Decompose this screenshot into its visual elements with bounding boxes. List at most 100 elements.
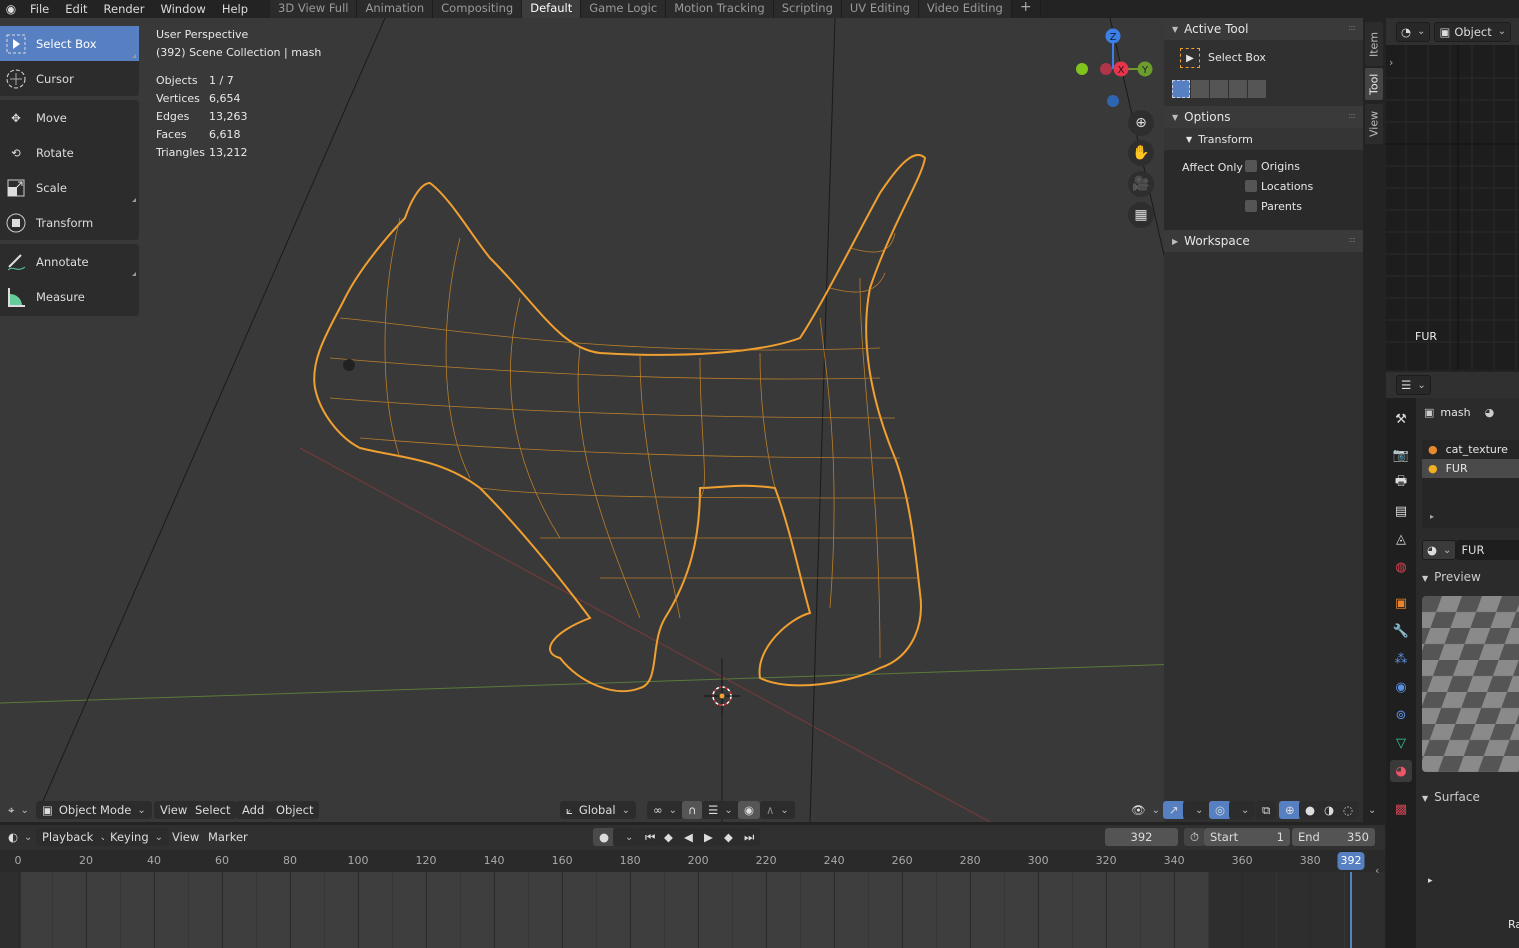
navigation-gizmo[interactable]: Z Y X bbox=[1070, 24, 1160, 114]
menu-edit[interactable]: Edit bbox=[57, 2, 95, 16]
tab-default[interactable]: Default bbox=[522, 0, 582, 18]
parents-checkbox[interactable]: Parents bbox=[1245, 196, 1313, 216]
expand-icon[interactable]: ▸ bbox=[1428, 876, 1433, 886]
mode-subtract-button[interactable] bbox=[1210, 80, 1228, 98]
menu-object[interactable]: Object bbox=[270, 801, 320, 819]
next-keyframe-button[interactable]: ◆ bbox=[718, 828, 739, 846]
perspective-grid-icon[interactable]: ▦ bbox=[1128, 202, 1154, 228]
play-reverse-button[interactable]: ◀ bbox=[678, 828, 699, 846]
mesh-data-icon[interactable]: ▽ bbox=[1390, 732, 1412, 754]
transform-subheader[interactable]: ▼ Transform bbox=[1164, 128, 1363, 150]
overlay-dropdown[interactable] bbox=[1229, 801, 1256, 819]
transform-orientation-dropdown[interactable]: ⟀ Global bbox=[560, 801, 636, 819]
tool-rotate[interactable]: ⟲ Rotate bbox=[0, 135, 139, 170]
editor-type-dropdown[interactable]: ◔ bbox=[1396, 21, 1431, 42]
menu-help[interactable]: Help bbox=[214, 2, 256, 16]
add-workspace-button[interactable]: + bbox=[1012, 0, 1041, 18]
mode-extend-button[interactable] bbox=[1191, 80, 1209, 98]
menu-select[interactable]: Select bbox=[189, 801, 237, 819]
snap-toggle[interactable]: ∩ bbox=[682, 801, 703, 819]
tool-settings-icon[interactable]: ⚒ bbox=[1390, 408, 1412, 430]
record-button[interactable]: ● bbox=[593, 828, 616, 846]
tab-view[interactable]: View bbox=[1365, 104, 1383, 144]
editor-type-dropdown[interactable]: ◐ bbox=[2, 828, 38, 846]
overlay-toggle[interactable]: ◎ bbox=[1209, 801, 1232, 819]
mode-new-button[interactable] bbox=[1172, 80, 1190, 98]
expand-sidebar-icon[interactable]: › bbox=[1389, 56, 1393, 69]
expand-list-icon[interactable]: ▸ bbox=[1430, 512, 1434, 521]
wireframe-shading-button[interactable]: ⊕ bbox=[1279, 801, 1301, 819]
scene-icon[interactable]: ◬ bbox=[1390, 528, 1412, 550]
menu-file[interactable]: File bbox=[22, 2, 57, 16]
preview-header[interactable]: ▼ Preview bbox=[1422, 570, 1481, 584]
mode-intersect-button[interactable] bbox=[1248, 80, 1266, 98]
material-slot-selected[interactable]: ● FUR bbox=[1422, 459, 1519, 478]
current-frame-field[interactable]: 392 bbox=[1105, 828, 1178, 846]
active-tool-header[interactable]: ▼ Active Tool:::: bbox=[1164, 18, 1363, 40]
browse-material-button[interactable]: ◕ bbox=[1422, 540, 1457, 560]
tool-move[interactable]: ✥ Move bbox=[0, 100, 139, 135]
physics-icon[interactable]: ◉ bbox=[1390, 676, 1412, 698]
blender-logo-icon[interactable]: ◉ bbox=[0, 2, 22, 16]
menu-render[interactable]: Render bbox=[96, 2, 153, 16]
snap-target-dropdown[interactable]: ☰ bbox=[702, 801, 739, 819]
end-frame-field[interactable]: End 350 bbox=[1292, 828, 1375, 846]
modifier-wrench-icon[interactable]: 🔧 bbox=[1390, 620, 1412, 642]
view-layer-icon[interactable]: ▤ bbox=[1390, 500, 1412, 522]
gizmo-toggle[interactable]: ↗ bbox=[1163, 801, 1185, 819]
menu-marker[interactable]: Marker bbox=[202, 828, 254, 846]
auto-key-dropdown[interactable] bbox=[613, 828, 640, 846]
playhead-frame-badge[interactable]: 392 bbox=[1337, 852, 1365, 870]
pivot-point-dropdown[interactable]: ∞ bbox=[647, 801, 683, 819]
tab-game-logic[interactable]: Game Logic bbox=[581, 0, 667, 18]
options-header[interactable]: ▼ Options:::: bbox=[1164, 106, 1363, 128]
shading-dropdown[interactable] bbox=[1356, 801, 1382, 819]
material-icon[interactable]: ◕ bbox=[1390, 760, 1412, 782]
object-properties-icon[interactable]: ▣ bbox=[1390, 592, 1412, 614]
tab-uv-editing[interactable]: UV Editing bbox=[841, 0, 919, 18]
tab-video-editing[interactable]: Video Editing bbox=[918, 0, 1012, 18]
locations-checkbox[interactable]: Locations bbox=[1245, 176, 1313, 196]
tab-motion-tracking[interactable]: Motion Tracking bbox=[666, 0, 774, 18]
visibility-dropdown[interactable]: 👁 bbox=[1125, 801, 1166, 819]
render-icon[interactable]: 📷 bbox=[1390, 444, 1412, 466]
material-slot[interactable]: ● cat_texture bbox=[1422, 440, 1519, 459]
pan-hand-icon[interactable]: ✋ bbox=[1128, 140, 1154, 166]
world-icon[interactable]: ◍ bbox=[1390, 556, 1412, 578]
tool-transform[interactable]: Transform bbox=[0, 205, 139, 240]
zoom-view-icon[interactable]: ⊕ bbox=[1128, 110, 1154, 136]
material-name-field[interactable]: FUR bbox=[1456, 540, 1519, 560]
prev-keyframe-button[interactable]: ◆ bbox=[658, 828, 679, 846]
shader-editor[interactable]: › FUR bbox=[1386, 18, 1519, 370]
editor-type-dropdown[interactable]: ☰ bbox=[1396, 375, 1431, 395]
jump-end-button[interactable]: ⏭ bbox=[738, 828, 761, 846]
tab-tool[interactable]: Tool bbox=[1365, 68, 1383, 100]
object-shader-dropdown[interactable]: ▣ Object bbox=[1434, 21, 1512, 42]
timeline-ruler[interactable]: 0 20 40 60 80 100 120 140 160 180 200 220 240 260 280 3… bbox=[0, 850, 1385, 872]
tool-cursor[interactable]: Cursor bbox=[0, 61, 139, 96]
tab-3d-view-full[interactable]: 3D View Full bbox=[270, 0, 358, 18]
falloff-dropdown[interactable]: ∧ bbox=[760, 801, 795, 819]
playhead-line[interactable] bbox=[1350, 872, 1352, 948]
tab-animation[interactable]: Animation bbox=[357, 0, 434, 18]
tool-annotate[interactable]: Annotate bbox=[0, 244, 139, 279]
play-button[interactable]: ▶ bbox=[698, 828, 719, 846]
mode-invert-button[interactable] bbox=[1229, 80, 1247, 98]
menu-window[interactable]: Window bbox=[152, 2, 213, 16]
particles-icon[interactable]: ⁂ bbox=[1390, 648, 1412, 670]
menu-view[interactable]: View bbox=[166, 828, 205, 846]
camera-view-icon[interactable]: 🎥 bbox=[1128, 171, 1154, 197]
output-icon[interactable]: 🖶 bbox=[1390, 472, 1412, 494]
proportional-editing-toggle[interactable]: ◉ bbox=[738, 801, 761, 819]
mode-dropdown[interactable]: ▣ Object Mode bbox=[36, 801, 152, 819]
keying-menu[interactable]: Keying bbox=[104, 828, 170, 846]
gizmo-dropdown[interactable] bbox=[1183, 801, 1210, 819]
menu-add[interactable]: Add bbox=[236, 801, 271, 819]
collapse-sidebar-icon[interactable]: ‹ bbox=[1375, 864, 1379, 877]
tool-scale[interactable]: Scale bbox=[0, 170, 139, 205]
xray-toggle[interactable]: ⧉ bbox=[1256, 801, 1277, 819]
surface-header[interactable]: ▼ Surface bbox=[1422, 790, 1480, 804]
3d-viewport[interactable]: Select Box Cursor ✥ Move ⟲ Rotate Scale … bbox=[0, 18, 1363, 822]
texture-icon[interactable]: ▩ bbox=[1390, 798, 1412, 820]
origins-checkbox[interactable]: Origins bbox=[1245, 156, 1313, 176]
